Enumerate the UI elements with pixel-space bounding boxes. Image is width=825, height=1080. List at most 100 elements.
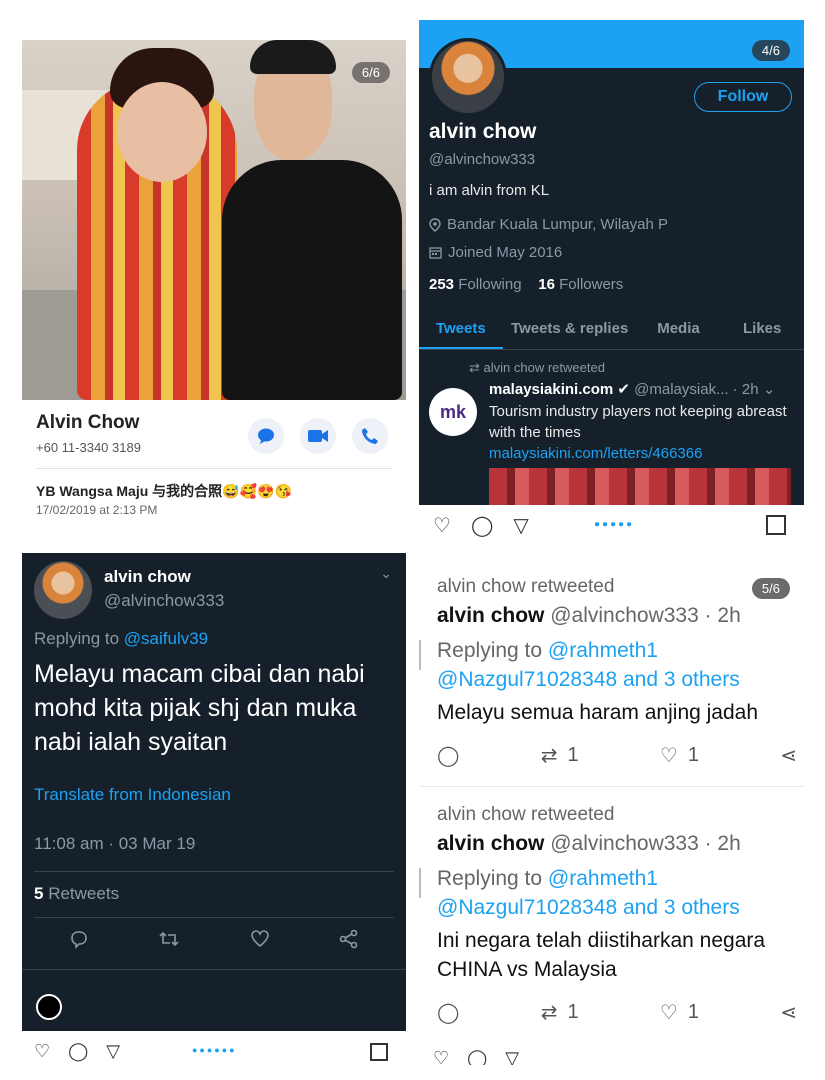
divider (34, 917, 394, 918)
heart-icon[interactable]: ♡ (433, 1048, 449, 1065)
retweet-count: 1 (567, 1001, 579, 1023)
profile-joined: Joined May 2016 (429, 244, 562, 261)
retweet-count[interactable]: 5 Retweets (34, 884, 119, 904)
share-icon[interactable]: ▽ (513, 513, 528, 538)
tweet-author-name[interactable]: malaysiakini.com (489, 381, 613, 398)
retweet-count: 1 (567, 744, 579, 766)
photo-counter-badge: 6/6 (351, 62, 390, 83)
bottom-nav (22, 969, 406, 1031)
replying-to-prefix: Replying to (34, 629, 124, 648)
replying-to-handle[interactable]: @rahmeth1 (548, 867, 658, 890)
photo-person-man (222, 160, 402, 400)
tweet-author-name[interactable]: alvin chow (437, 832, 544, 855)
bookmark-icon[interactable] (370, 1043, 388, 1061)
comment-icon[interactable]: ◯ (471, 513, 493, 538)
reply-icon[interactable]: ◯ (437, 1000, 459, 1025)
tweet-author-name[interactable]: alvin chow (104, 567, 191, 587)
video-call-button[interactable] (300, 418, 336, 454)
retweet-action[interactable]: ⇄ 1 (541, 1000, 579, 1025)
tweet-text: Ini negara telah diistiharkan negara CHI… (437, 929, 766, 981)
tweet-header: malaysiakini.com ✔ @malaysiak... · 2h ⌄ (489, 380, 775, 398)
retweet-action[interactable]: ⇄ 1 (541, 743, 579, 768)
twitter-profile-screen: 4/6 Follow alvin chow @alvinchow333 i am… (419, 20, 804, 505)
reply-icon[interactable] (69, 929, 89, 949)
replying-to-handle[interactable]: @rahmeth1 (548, 639, 658, 662)
phone-icon (362, 428, 378, 444)
tweet-timestamp: 11:08 am · 03 Mar 19 (34, 834, 196, 853)
verified-icon: ✔ (617, 381, 630, 398)
share-icon[interactable]: ⋖ (780, 743, 797, 768)
retweet-indicator: alvin chow retweeted (437, 804, 615, 825)
translate-link[interactable]: Translate from Indonesian (34, 785, 231, 805)
profile-avatar[interactable] (429, 38, 507, 116)
message-button[interactable] (248, 418, 284, 454)
divider (36, 468, 392, 469)
tweet-author-name[interactable]: alvin chow (437, 604, 544, 627)
tweet-detail-screen: alvin chow @alvinchow333 ⌄ Replying to @… (22, 553, 406, 1031)
retweet-count-value: 5 (34, 884, 44, 903)
retweet-icon[interactable] (158, 929, 180, 949)
share-icon[interactable]: ⋖ (780, 1000, 797, 1025)
following-label: Following (458, 276, 522, 293)
tweet-author-avatar[interactable]: mk (429, 388, 477, 436)
photo-date: 17/02/2019 at 2:13 PM (36, 503, 158, 517)
location-pin-icon (429, 217, 441, 232)
heart-icon[interactable]: ♡ (433, 513, 451, 538)
contact-photo[interactable] (22, 40, 406, 400)
profile-name: alvin chow (429, 120, 537, 143)
phone-call-button[interactable] (352, 418, 388, 454)
divider (419, 786, 804, 787)
tweet-author-handle: @alvinchow333 · 2h (550, 604, 741, 627)
comment-icon[interactable]: ◯ (467, 1048, 487, 1065)
replying-to-handle[interactable]: @saifulv39 (124, 629, 208, 648)
tab-media[interactable]: Media (637, 308, 721, 349)
tweet-media-preview[interactable] (489, 468, 791, 505)
replying-to-others[interactable]: @Nazgul71028348 and 3 others (437, 896, 740, 919)
profile-bio: i am alvin from KL (429, 182, 550, 199)
profile-location-text: Bandar Kuala Lumpur, Wilayah P (447, 216, 668, 233)
tweet-item[interactable]: alvin chow retweeted alvin chow @alvinch… (437, 576, 797, 768)
followers-count: 16 (538, 276, 555, 293)
tab-tweets[interactable]: Tweets (419, 308, 503, 349)
share-icon[interactable]: ▽ (505, 1048, 519, 1065)
chevron-down-icon[interactable]: ⌄ (763, 381, 776, 398)
photo-caption: YB Wangsa Maju 与我的合照😅🥰😍😘 (36, 483, 292, 499)
video-call-icon (308, 430, 328, 442)
retweet-indicator: ⇄ alvin chow retweeted (469, 360, 605, 376)
tweet-item[interactable]: alvin chow retweeted alvin chow @alvinch… (437, 804, 797, 1025)
followers-link[interactable]: 16 Followers (538, 276, 623, 293)
retweet-icon: ⇄ (540, 745, 558, 767)
reply-icon[interactable]: ◯ (437, 743, 459, 768)
account-icon[interactable] (36, 994, 62, 1020)
tweet-actions: ◯ ⇄ 1 ♡ 1 ⋖ (437, 1000, 797, 1025)
chevron-down-icon[interactable]: ⌄ (380, 565, 392, 582)
like-icon[interactable] (250, 929, 270, 949)
tab-likes[interactable]: Likes (720, 308, 804, 349)
replying-to-prefix: Replying to (437, 639, 548, 662)
follow-button[interactable]: Follow (694, 82, 792, 112)
share-icon[interactable]: ▽ (106, 1041, 120, 1062)
contact-name: Alvin Chow (36, 412, 140, 433)
like-action[interactable]: ♡ 1 (660, 743, 699, 768)
retweet-icon: ⇄ (540, 1002, 558, 1024)
tweet-body: Melayu macam cibai dan nabi mohd kita pi… (34, 660, 365, 756)
following-link[interactable]: 253 Following (429, 276, 522, 293)
bookmark-icon[interactable] (766, 515, 786, 535)
profile-joined-text: Joined May 2016 (448, 244, 563, 261)
share-icon[interactable] (339, 929, 359, 949)
following-count: 253 (429, 276, 455, 293)
replying-to: Replying to @saifulv39 (34, 629, 208, 649)
tweet-author-avatar[interactable] (34, 561, 92, 619)
browser-bottom-bar: ♡ ◯ ▽ ●●●●●● (22, 1035, 406, 1065)
comment-icon[interactable]: ◯ (68, 1041, 88, 1062)
retweet-indicator-text: alvin chow retweeted (483, 360, 605, 375)
replying-to: Replying to @rahmeth1 @Nazgul71028348 an… (437, 636, 797, 694)
tweet-link[interactable]: malaysiakini.com/letters/466366 (489, 445, 702, 462)
tweet-header: alvin chow @alvinchow333 · 2h (437, 832, 797, 856)
contact-photo-card: 6/6 Alvin Chow +60 11-3340 3189 YB Wangs… (22, 40, 406, 530)
like-action[interactable]: ♡ 1 (660, 1000, 699, 1025)
like-count: 1 (687, 744, 699, 766)
heart-icon[interactable]: ♡ (34, 1041, 50, 1062)
tab-tweets-replies[interactable]: Tweets & replies (503, 308, 637, 349)
replying-to-others[interactable]: @Nazgul71028348 and 3 others (437, 668, 740, 691)
